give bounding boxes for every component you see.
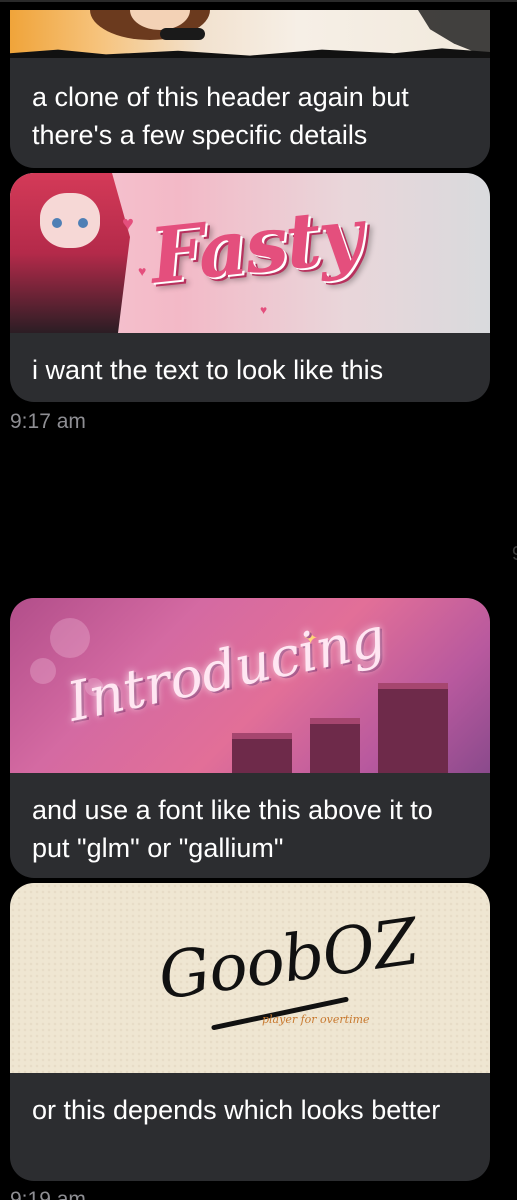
bokeh-circle: [50, 618, 90, 658]
eye-shape: [52, 218, 62, 228]
3d-letter-block: [378, 683, 448, 773]
top-divider: [0, 0, 517, 2]
chat-screen: a clone of this header again but there's…: [0, 0, 517, 1200]
message-text-2: i want the text to look like this: [32, 355, 384, 385]
timestamp-1: 9:17 am: [10, 410, 86, 433]
message-bubble-3[interactable]: ✦ Introducing and use a font like this a…: [10, 598, 490, 878]
message-text-1: a clone of this header again but there's…: [32, 82, 409, 150]
3d-letter-block: [232, 733, 292, 773]
header-image-1[interactable]: [10, 10, 490, 58]
timestamp-2: 9:19 am: [10, 1188, 86, 1200]
introducing-script-text: Introducing: [61, 605, 391, 734]
message-bubble-1[interactable]: a clone of this header again but there's…: [10, 10, 490, 168]
anime-face-shape: [40, 193, 100, 248]
message-bubble-2[interactable]: ♥ ♥ ♥ Fasty i want the text to look like…: [10, 173, 490, 402]
heart-icon: ♥: [260, 303, 268, 317]
ink-edge-shape: [10, 48, 490, 58]
header-image-gooboz[interactable]: GoobOZ player for overtime: [10, 883, 490, 1073]
fasty-logo-text: Fasty: [145, 190, 366, 301]
message-bubble-4[interactable]: GoobOZ player for overtime or this depen…: [10, 883, 490, 1181]
edge-glyph: 9: [512, 543, 517, 566]
eye-shape: [78, 218, 88, 228]
header-image-introducing[interactable]: ✦ Introducing: [10, 598, 490, 773]
heart-icon: ♥: [138, 263, 147, 279]
heart-icon: ♥: [122, 213, 134, 235]
header-image-fasty[interactable]: ♥ ♥ ♥ Fasty: [10, 173, 490, 333]
gooboz-subtitle: player for overtime: [262, 1013, 370, 1026]
message-text-4: or this depends which looks better: [32, 1095, 441, 1125]
choker-shape: [160, 28, 205, 40]
bokeh-circle: [30, 658, 56, 684]
3d-letter-block: [310, 718, 360, 773]
message-text-3: and use a font like this above it to put…: [32, 795, 433, 863]
